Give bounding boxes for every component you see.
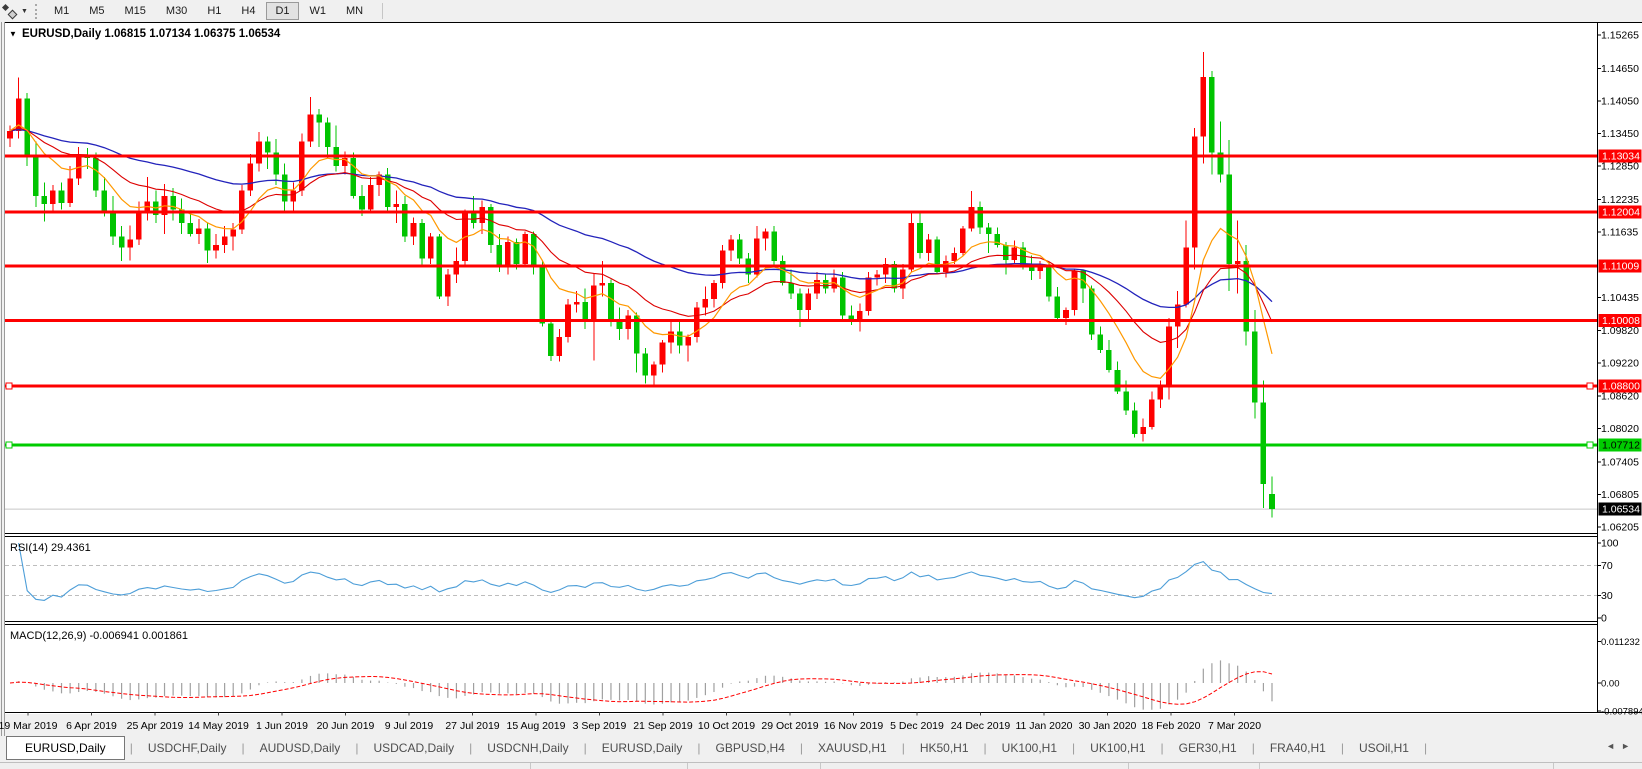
price-tick-label: 1.07405: [1601, 456, 1639, 468]
date-tick-label: 11 Jan 2020: [1015, 720, 1072, 732]
date-tick-label: 21 Sep 2019: [633, 720, 693, 732]
hline-handle: [1587, 383, 1593, 389]
price-tick-label: 1.12235: [1601, 194, 1639, 206]
price-chart-canvas[interactable]: 1.152651.146501.140501.134501.128501.122…: [0, 0, 1642, 736]
rsi-tick-label: 70: [1601, 560, 1613, 572]
hline-handle: [6, 383, 12, 389]
status-bar: [0, 762, 1642, 769]
hline-price-tag: 1.07712: [1602, 440, 1640, 452]
date-tick-label: 30 Jan 2020: [1079, 720, 1137, 732]
rsi-indicator-label: RSI(14) 29.4361: [10, 542, 91, 554]
chart-tab-uk100-h1[interactable]: UK100,H1: [988, 737, 1071, 759]
rsi-tick-label: 30: [1601, 590, 1613, 602]
date-tick-label: 15 Aug 2019: [507, 720, 566, 732]
macd-tick-label: 0.00: [1601, 679, 1620, 690]
chart-tab-eurusd-daily[interactable]: EURUSD,Daily: [6, 736, 125, 760]
price-tick-label: 1.14650: [1601, 63, 1639, 75]
tab-scroll-left-icon[interactable]: ◄: [1606, 741, 1621, 751]
price-tick-label: 1.10435: [1601, 292, 1639, 304]
date-tick-label: 10 Oct 2019: [698, 720, 755, 732]
chart-tab-xauusd-h1[interactable]: XAUUSD,H1: [804, 737, 901, 759]
date-tick-label: 25 Apr 2019: [127, 720, 184, 732]
timeframe-button-d1[interactable]: D1: [266, 2, 298, 20]
chart-tab-usdchf-daily[interactable]: USDCHF,Daily: [134, 737, 241, 759]
tab-separator: |: [1423, 741, 1428, 755]
date-tick-label: 14 May 2019: [188, 720, 249, 732]
timeframe-button-w1[interactable]: W1: [301, 2, 336, 20]
hline-price-tag: 1.13034: [1602, 151, 1640, 163]
timeframe-button-m5[interactable]: M5: [80, 2, 113, 20]
timeframe-button-m15[interactable]: M15: [116, 2, 155, 20]
timeframe-button-m30[interactable]: M30: [157, 2, 196, 20]
price-tick-label: 1.13450: [1601, 128, 1639, 140]
chevron-down-icon[interactable]: ▼: [21, 8, 28, 15]
date-tick-label: 3 Sep 2019: [573, 720, 627, 732]
chart-tab-gbpusd-h4[interactable]: GBPUSD,H4: [702, 737, 799, 759]
chart-tab-eurusd-daily[interactable]: EURUSD,Daily: [588, 737, 697, 759]
date-tick-label: 16 Nov 2019: [824, 720, 884, 732]
chart-tab-audusd-daily[interactable]: AUDUSD,Daily: [246, 737, 355, 759]
date-tick-label: 29 Oct 2019: [761, 720, 818, 732]
date-tick-label: 5 Dec 2019: [890, 720, 944, 732]
macd-indicator-label: MACD(12,26,9) -0.006941 0.001861: [10, 630, 188, 642]
price-tick-label: 1.09220: [1601, 358, 1639, 370]
date-tick-label: 24 Dec 2019: [951, 720, 1011, 732]
macd-tick-label: 0.011232: [1601, 637, 1640, 648]
hline-price-tag: 1.10008: [1602, 315, 1640, 327]
toolbar-grip-handle[interactable]: [35, 4, 37, 19]
toolbar-separator: [382, 3, 383, 19]
chart-tab-fra40-h1[interactable]: FRA40,H1: [1256, 737, 1340, 759]
chart-tab-usdcnh-daily[interactable]: USDCNH,Daily: [473, 737, 582, 759]
chart-tools-icon[interactable]: [1, 3, 19, 19]
price-tick-label: 1.11635: [1601, 227, 1638, 239]
price-tick-label: 1.15265: [1601, 30, 1639, 42]
tab-scroll-buttons: ◄►: [1606, 741, 1636, 751]
symbol-dropdown-icon[interactable]: ▼: [9, 30, 17, 39]
chart-tab-usoil-h1[interactable]: USOil,H1: [1345, 737, 1423, 759]
price-tick-label: 1.14050: [1601, 95, 1639, 107]
price-tick-label: 1.06805: [1601, 489, 1639, 501]
hline-price-tag: 1.11009: [1602, 261, 1639, 273]
hline-handle: [6, 442, 12, 448]
rsi-tick-label: 100: [1601, 538, 1619, 550]
price-tick-label: 1.08020: [1601, 423, 1639, 435]
chart-tab-uk100-h1[interactable]: UK100,H1: [1076, 737, 1159, 759]
date-tick-label: 7 Mar 2020: [1208, 720, 1261, 732]
timeframe-button-mn[interactable]: MN: [337, 2, 372, 20]
chart-tab-usdcad-daily[interactable]: USDCAD,Daily: [359, 737, 468, 759]
chart-tab-ger30-h1[interactable]: GER30,H1: [1165, 737, 1251, 759]
date-tick-label: 19 Mar 2019: [0, 720, 58, 732]
tab-scroll-right-icon[interactable]: ►: [1621, 741, 1636, 751]
date-tick-label: 1 Jun 2019: [256, 720, 308, 732]
current-price-tag: 1.06534: [1602, 504, 1640, 516]
timeframe-button-m1[interactable]: M1: [45, 2, 78, 20]
hline-price-tag: 1.08800: [1602, 381, 1640, 393]
trading-platform-window: ▼ M1M5M15M30H1H4D1W1MN 1.15265 1.14650 1.1…: [0, 0, 1642, 769]
macd-tick-label: -0.007894: [1601, 707, 1642, 718]
price-tick-label: 1.06205: [1601, 521, 1639, 533]
date-tick-label: 18 Feb 2020: [1142, 720, 1201, 732]
chart-tab-hk50-h1[interactable]: HK50,H1: [906, 737, 983, 759]
date-tick-label: 9 Jul 2019: [385, 720, 434, 732]
timeframe-toolbar: ▼ M1M5M15M30H1H4D1W1MN: [0, 0, 1642, 22]
chart-tab-bar: EURUSD,Daily|USDCHF,Daily|AUDUSD,Daily|U…: [6, 735, 1612, 761]
hline-handle: [1587, 442, 1593, 448]
hline-price-tag: 1.12004: [1602, 207, 1640, 219]
rsi-tick-label: 0: [1601, 613, 1607, 625]
date-tick-label: 20 Jun 2019: [317, 720, 375, 732]
timeframe-button-h4[interactable]: H4: [232, 2, 264, 20]
date-tick-label: 27 Jul 2019: [445, 720, 499, 732]
timeframe-button-h1[interactable]: H1: [198, 2, 230, 20]
chart-title-ohlc: EURUSD,Daily 1.06815 1.07134 1.06375 1.0…: [22, 28, 281, 40]
date-tick-label: 6 Apr 2019: [66, 720, 117, 732]
